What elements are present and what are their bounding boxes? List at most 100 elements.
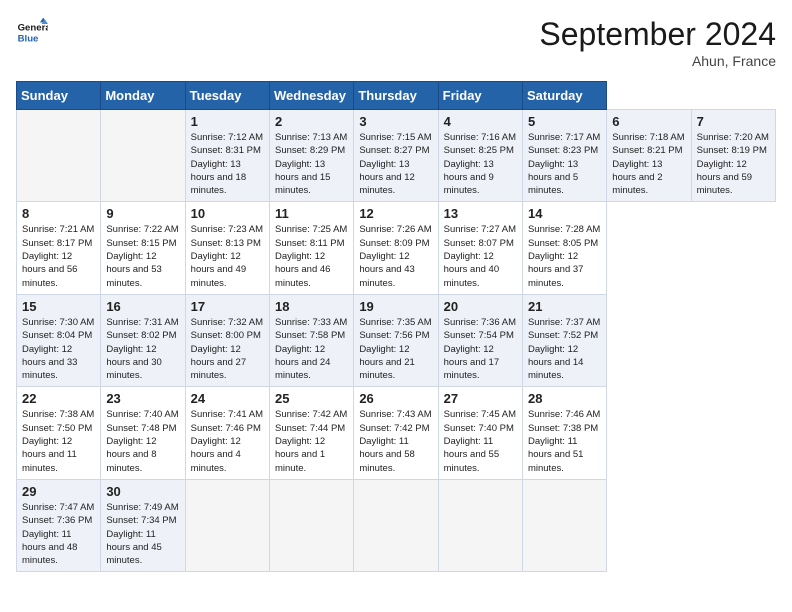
calendar-cell: 22 Sunrise: 7:38 AMSunset: 7:50 PMDayligh… [17,387,101,479]
day-number: 10 [191,206,264,221]
calendar-cell [354,479,438,571]
day-info: Sunrise: 7:32 AMSunset: 8:00 PMDaylight:… [191,316,264,382]
calendar-cell: 13 Sunrise: 7:27 AMSunset: 8:07 PMDayligh… [438,202,522,294]
calendar-cell: 18 Sunrise: 7:33 AMSunset: 7:58 PMDayligh… [269,294,353,386]
day-info: Sunrise: 7:25 AMSunset: 8:11 PMDaylight:… [275,223,348,289]
day-info: Sunrise: 7:15 AMSunset: 8:27 PMDaylight:… [359,131,432,197]
day-number: 4 [444,114,517,129]
calendar-cell: 9Sunrise: 7:22 AMSunset: 8:15 PMDaylight… [101,202,185,294]
day-info: Sunrise: 7:23 AMSunset: 8:13 PMDaylight:… [191,223,264,289]
day-number: 14 [528,206,601,221]
calendar-cell: 26 Sunrise: 7:43 AMSunset: 7:42 PMDayligh… [354,387,438,479]
day-info: Sunrise: 7:33 AMSunset: 7:58 PMDaylight:… [275,316,348,382]
day-info: Sunrise: 7:30 AMSunset: 8:04 PMDaylight:… [22,316,95,382]
day-number: 13 [444,206,517,221]
day-info: Sunrise: 7:40 AMSunset: 7:48 PMDaylight:… [106,408,179,474]
day-info: Sunrise: 7:28 AMSunset: 8:05 PMDaylight:… [528,223,601,289]
day-number: 12 [359,206,432,221]
page-header: General Blue September 2024 Ahun, France [16,16,776,69]
calendar-cell [17,110,101,202]
day-number: 19 [359,299,432,314]
day-number: 23 [106,391,179,406]
day-info: Sunrise: 7:31 AMSunset: 8:02 PMDaylight:… [106,316,179,382]
day-number: 21 [528,299,601,314]
calendar-cell: 4 Sunrise: 7:16 AMSunset: 8:25 PMDaylight… [438,110,522,202]
calendar-week-3: 22 Sunrise: 7:38 AMSunset: 7:50 PMDayligh… [17,387,776,479]
day-info: Sunrise: 7:13 AMSunset: 8:29 PMDaylight:… [275,131,348,197]
day-info: Sunrise: 7:26 AMSunset: 8:09 PMDaylight:… [359,223,432,289]
day-info: Sunrise: 7:41 AMSunset: 7:46 PMDaylight:… [191,408,264,474]
day-number: 3 [359,114,432,129]
calendar-cell: 19 Sunrise: 7:35 AMSunset: 7:56 PMDayligh… [354,294,438,386]
svg-text:General: General [18,22,48,33]
calendar-cell: 12 Sunrise: 7:26 AMSunset: 8:09 PMDayligh… [354,202,438,294]
calendar-cell: 7Sunrise: 7:20 AMSunset: 8:19 PMDaylight… [691,110,775,202]
day-number: 30 [106,484,179,499]
calendar-cell [185,479,269,571]
day-number: 29 [22,484,95,499]
weekday-header-tuesday: Tuesday [185,82,269,110]
day-number: 17 [191,299,264,314]
day-info: Sunrise: 7:43 AMSunset: 7:42 PMDaylight:… [359,408,432,474]
calendar-week-4: 29 Sunrise: 7:47 AMSunset: 7:36 PMDayligh… [17,479,776,571]
day-info: Sunrise: 7:36 AMSunset: 7:54 PMDaylight:… [444,316,517,382]
title-area: September 2024 Ahun, France [539,16,776,69]
day-number: 7 [697,114,770,129]
logo-icon: General Blue [16,16,48,48]
day-info: Sunrise: 7:18 AMSunset: 8:21 PMDaylight:… [612,131,685,197]
calendar-cell [438,479,522,571]
calendar-cell [101,110,185,202]
day-number: 22 [22,391,95,406]
day-info: Sunrise: 7:38 AMSunset: 7:50 PMDaylight:… [22,408,95,474]
calendar-cell: 5 Sunrise: 7:17 AMSunset: 8:23 PMDaylight… [522,110,606,202]
calendar-cell: 24Sunrise: 7:41 AMSunset: 7:46 PMDayligh… [185,387,269,479]
calendar-cell: 20 Sunrise: 7:36 AMSunset: 7:54 PMDayligh… [438,294,522,386]
calendar-cell: 6 Sunrise: 7:18 AMSunset: 8:21 PMDaylight… [607,110,691,202]
day-info: Sunrise: 7:37 AMSunset: 7:52 PMDaylight:… [528,316,601,382]
calendar-cell: 29 Sunrise: 7:47 AMSunset: 7:36 PMDayligh… [17,479,101,571]
day-info: Sunrise: 7:27 AMSunset: 8:07 PMDaylight:… [444,223,517,289]
calendar-cell: 30 Sunrise: 7:49 AMSunset: 7:34 PMDayligh… [101,479,185,571]
day-info: Sunrise: 7:17 AMSunset: 8:23 PMDaylight:… [528,131,601,197]
day-info: Sunrise: 7:35 AMSunset: 7:56 PMDaylight:… [359,316,432,382]
day-number: 11 [275,206,348,221]
calendar-cell: 10 Sunrise: 7:23 AMSunset: 8:13 PMDayligh… [185,202,269,294]
calendar-cell: 1 Sunrise: 7:12 AMSunset: 8:31 PMDaylight… [185,110,269,202]
weekday-header-row: SundayMondayTuesdayWednesdayThursdayFrid… [17,82,776,110]
calendar-cell: 8Sunrise: 7:21 AMSunset: 8:17 PMDaylight… [17,202,101,294]
day-info: Sunrise: 7:42 AMSunset: 7:44 PMDaylight:… [275,408,348,474]
calendar-week-2: 15 Sunrise: 7:30 AMSunset: 8:04 PMDayligh… [17,294,776,386]
day-number: 9 [106,206,179,221]
day-number: 16 [106,299,179,314]
location: Ahun, France [539,53,776,69]
day-number: 25 [275,391,348,406]
calendar-cell: 28Sunrise: 7:46 AMSunset: 7:38 PMDayligh… [522,387,606,479]
calendar-cell: 3 Sunrise: 7:15 AMSunset: 8:27 PMDaylight… [354,110,438,202]
day-number: 18 [275,299,348,314]
day-info: Sunrise: 7:16 AMSunset: 8:25 PMDaylight:… [444,131,517,197]
calendar-cell: 16 Sunrise: 7:31 AMSunset: 8:02 PMDayligh… [101,294,185,386]
calendar-table: SundayMondayTuesdayWednesdayThursdayFrid… [16,81,776,572]
calendar-cell: 15 Sunrise: 7:30 AMSunset: 8:04 PMDayligh… [17,294,101,386]
day-info: Sunrise: 7:47 AMSunset: 7:36 PMDaylight:… [22,501,95,567]
weekday-header-sunday: Sunday [17,82,101,110]
month-title: September 2024 [539,16,776,53]
day-info: Sunrise: 7:49 AMSunset: 7:34 PMDaylight:… [106,501,179,567]
day-number: 5 [528,114,601,129]
day-number: 20 [444,299,517,314]
day-number: 8 [22,206,95,221]
day-number: 15 [22,299,95,314]
calendar-cell: 11 Sunrise: 7:25 AMSunset: 8:11 PMDayligh… [269,202,353,294]
day-info: Sunrise: 7:12 AMSunset: 8:31 PMDaylight:… [191,131,264,197]
day-number: 1 [191,114,264,129]
calendar-cell [522,479,606,571]
logo: General Blue [16,16,48,48]
calendar-cell: 25 Sunrise: 7:42 AMSunset: 7:44 PMDayligh… [269,387,353,479]
calendar-week-1: 8Sunrise: 7:21 AMSunset: 8:17 PMDaylight… [17,202,776,294]
calendar-cell: 2Sunrise: 7:13 AMSunset: 8:29 PMDaylight… [269,110,353,202]
day-number: 26 [359,391,432,406]
weekday-header-saturday: Saturday [522,82,606,110]
day-number: 6 [612,114,685,129]
svg-text:Blue: Blue [18,34,39,45]
calendar-cell: 17 Sunrise: 7:32 AMSunset: 8:00 PMDayligh… [185,294,269,386]
